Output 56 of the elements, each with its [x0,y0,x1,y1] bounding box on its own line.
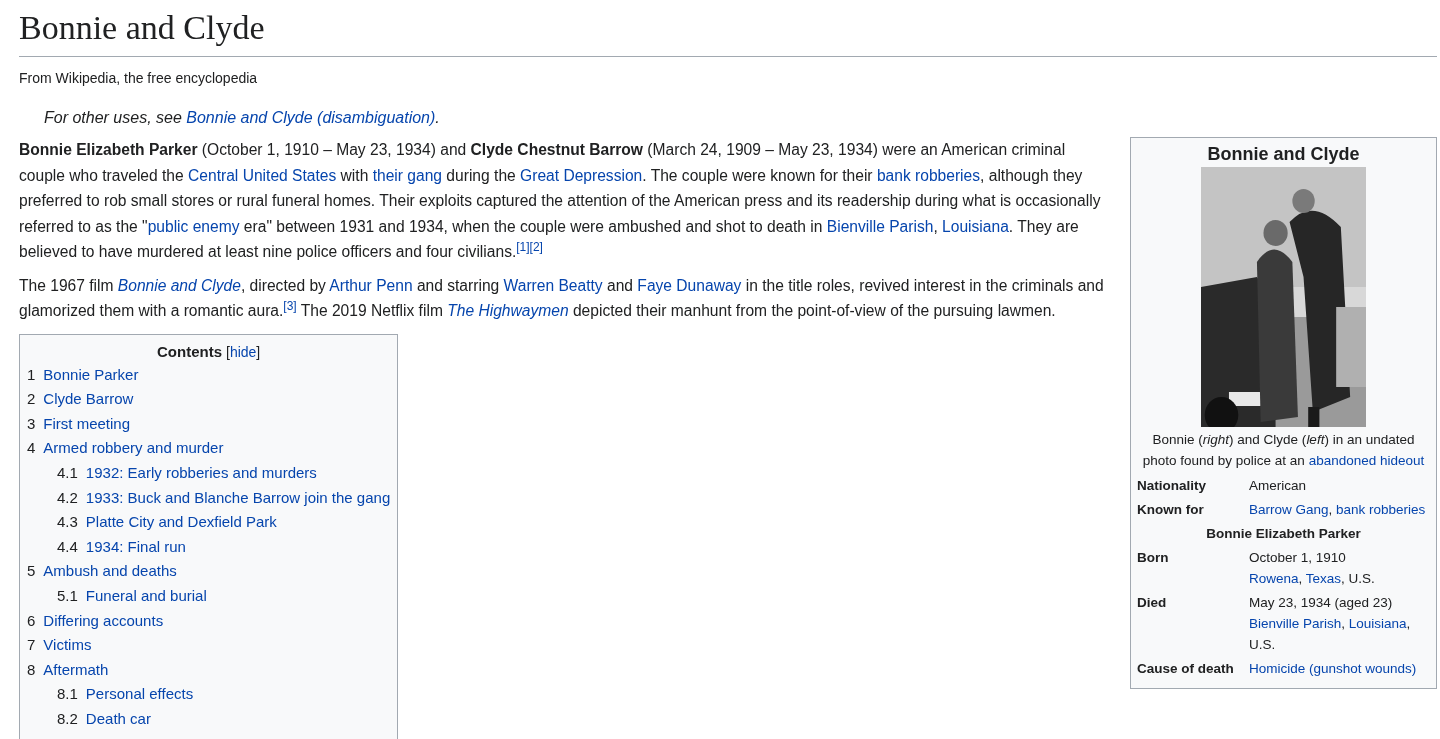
link[interactable]: Bonnie and Clyde (disambiguation) [186,109,436,127]
toc-item[interactable]: 4.2 1933: Buck and Blanche Barrow join the gang [27,485,391,511]
citation-link[interactable]: [3] [283,299,297,313]
link[interactable]: Homicide (gunshot wounds) [1249,661,1417,677]
paragraph: The 1967 film Bonnie and Clyde, directed by Arthur Penn and starring Warren Beatty and Faye Dunaway in the title roles, revived interest in the criminals and glamorized them with a romantic aura.$^{[3]}$ The 2019 Netflix film The Highwaymen depicted their manhunt from the point-of-view of the pursuing lawmen. [19,275,1105,322]
toc-item[interactable]: 6 Differing accounts [27,608,391,634]
citation-link[interactable]: [1] [516,240,530,254]
toc-item[interactable]: 7 Victims [27,633,391,658]
bracket: [ [226,343,230,360]
link[interactable]: Warren Beatty [503,276,603,294]
toc-item[interactable]: 8 Aftermath [27,657,391,683]
infobox-label: Cause of death [1137,660,1235,679]
link[interactable]: Bienville Parish [826,217,934,235]
toc-item[interactable]: 4.3 Platte City and Dexfield Park [27,510,391,535]
infobox-value: Barrow Gang, bank robberies [1249,501,1427,520]
link[interactable]: Central United States [188,166,337,184]
link[interactable]: abandoned hideout [1308,453,1425,469]
infobox-section-header: Bonnie Elizabeth Parker [1205,525,1362,544]
link[interactable]: their gang [372,166,443,184]
tagline: From Wikipedia, the free encyclopedia [19,70,259,87]
link[interactable]: Faye Dunaway [637,276,742,294]
toc-item[interactable]: 8.1 Personal effects [27,682,391,707]
infobox-value: Bienville Parish, Louisiana, U.S. [1249,615,1412,655]
toc-item[interactable]: 8.2 Death car [27,707,391,732]
infobox-value: American [1249,477,1308,496]
toc-item[interactable]: 5.1 Funeral and burial [27,584,391,609]
infobox-title: Bonnie and Clyde [1206,144,1361,166]
link[interactable]: Barrow Gang [1249,502,1329,518]
infobox-label: Nationality [1137,477,1207,496]
link[interactable]: bank robberies [1336,502,1426,518]
link[interactable]: public enemy [147,217,240,235]
bracket: ] [256,343,261,360]
toc-item[interactable]: 4 Armed robbery and murder [27,436,391,462]
page-title: Bonnie and Clyde [19,6,1437,58]
toc-item[interactable]: 2 Clyde Barrow [27,387,391,412]
infobox-label: Died [1137,594,1168,613]
link[interactable]: Louisiana [1348,616,1407,632]
toc-title: Contents [157,342,222,360]
hatnote: For other uses, see Bonnie and Clyde (disambiguation). [43,109,441,128]
image-caption: Bonnie (right) and Clyde (left) in an undated photo found by police at an abandoned hideout [1141,431,1426,471]
link[interactable]: Rowena [1249,571,1299,587]
link[interactable]: The Highwaymen [447,302,569,320]
infobox-value: October 1, 1910 [1249,549,1347,568]
infobox-label: Known for [1137,501,1205,520]
toc-item[interactable]: 5 Ambush and deaths [27,559,391,585]
infobox-label: Born [1137,549,1170,568]
toc-item[interactable]: 4.4 1934: Final run [27,534,391,560]
toc-item[interactable]: 4.1 1932: Early robberies and murders [27,461,391,486]
citation-link[interactable]: [2] [529,240,543,254]
link[interactable]: Arthur Penn [329,276,413,294]
link[interactable]: Bonnie and Clyde [117,276,241,294]
link[interactable]: Louisiana [942,217,1009,235]
toc-item[interactable]: 3 First meeting [27,411,391,437]
infobox-value: Rowena, Texas, U.S. [1249,570,1376,589]
infobox-value: May 23, 1934 (aged 23) [1249,594,1394,613]
toc-item[interactable]: 1 Bonnie Parker [27,362,391,388]
